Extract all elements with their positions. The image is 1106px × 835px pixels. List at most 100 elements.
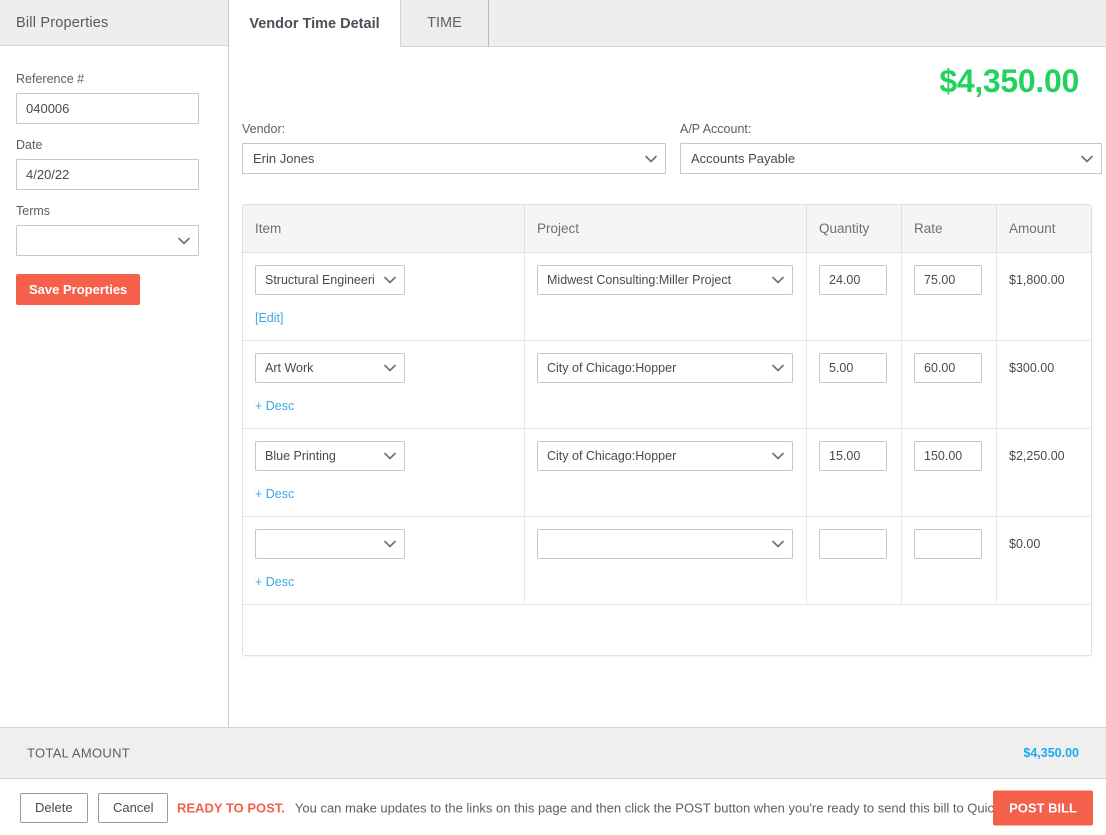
row-amount-cell: $2,250.00 <box>997 429 1091 516</box>
row-item-cell: Structural Engineeri [Edit] <box>243 253 525 340</box>
column-header-project: Project <box>525 205 807 252</box>
rate-input[interactable] <box>914 353 982 383</box>
vendor-field: Vendor: Erin Jones <box>242 122 666 174</box>
tab-time[interactable]: TIME <box>401 0 489 47</box>
tab-strip: Vendor Time Detail TIME <box>229 0 1106 48</box>
row-rate-cell <box>902 341 997 428</box>
chevron-down-icon <box>772 450 784 461</box>
chevron-down-icon <box>645 153 657 164</box>
total-amount-label: TOTAL AMOUNT <box>27 745 131 761</box>
ap-account-select-value: Accounts Payable <box>691 151 796 166</box>
item-select-value: Art Work <box>265 361 314 375</box>
project-select[interactable] <box>537 529 793 559</box>
column-header-item: Item <box>243 205 525 252</box>
item-select[interactable] <box>255 529 405 559</box>
add-description-link[interactable]: + Desc <box>255 399 294 413</box>
status-message: READY TO POST. You can make updates to th… <box>177 800 1040 815</box>
row-amount-cell: $1,800.00 <box>997 253 1091 340</box>
line-items-table: Item Project Quantity Rate Amount Struct… <box>242 204 1092 656</box>
amount-value: $1,800.00 <box>1009 273 1065 287</box>
project-select[interactable]: City of Chicago:Hopper <box>537 441 793 471</box>
chevron-down-icon <box>384 362 396 373</box>
amount-value: $2,250.00 <box>1009 449 1065 463</box>
row-item-cell: Art Work + Desc <box>243 341 525 428</box>
amount-value: $0.00 <box>1009 537 1041 551</box>
edit-description-link[interactable]: [Edit] <box>255 311 284 325</box>
page-title: Bill Properties <box>16 14 109 31</box>
vendor-label: Vendor: <box>242 122 286 136</box>
row-item-cell: + Desc <box>243 517 525 604</box>
terms-label: Terms <box>16 204 51 218</box>
reference-input[interactable] <box>16 93 199 124</box>
row-quantity-cell <box>807 429 902 516</box>
vendor-select[interactable]: Erin Jones <box>242 143 666 174</box>
rate-input[interactable] <box>914 441 982 471</box>
project-select-value: Midwest Consulting:Miller Project <box>547 273 732 287</box>
project-select[interactable]: Midwest Consulting:Miller Project <box>537 265 793 295</box>
chevron-down-icon <box>772 274 784 285</box>
ap-account-select[interactable]: Accounts Payable <box>680 143 1102 174</box>
project-select-value: City of Chicago:Hopper <box>547 449 677 463</box>
ap-account-field: A/P Account: Accounts Payable <box>680 122 1102 174</box>
row-quantity-cell <box>807 517 902 604</box>
quantity-input[interactable] <box>819 265 887 295</box>
chevron-down-icon <box>772 538 784 549</box>
item-select[interactable]: Art Work <box>255 353 405 383</box>
table-header-row: Item Project Quantity Rate Amount <box>243 205 1091 253</box>
total-amount-bar: TOTAL AMOUNT $4,350.00 <box>0 727 1106 779</box>
table-row: + Desc $0.00 <box>243 517 1091 605</box>
row-project-cell: Midwest Consulting:Miller Project <box>525 253 807 340</box>
main-content: $4,350.00 Vendor: Erin Jones A/P Account… <box>229 47 1106 727</box>
sidebar-header: Bill Properties <box>0 0 228 46</box>
chevron-down-icon <box>384 538 396 549</box>
item-select[interactable]: Blue Printing <box>255 441 405 471</box>
ap-account-label: A/P Account: <box>680 122 752 136</box>
item-select[interactable]: Structural Engineeri <box>255 265 405 295</box>
bill-properties-sidebar: Bill Properties Reference # Date Terms S… <box>0 0 229 727</box>
terms-select-value <box>26 226 170 255</box>
date-input[interactable] <box>16 159 199 190</box>
bill-editor-page: Bill Properties Reference # Date Terms S… <box>0 0 1106 835</box>
rate-input[interactable] <box>914 529 982 559</box>
chevron-down-icon <box>384 450 396 461</box>
row-rate-cell <box>902 429 997 516</box>
row-project-cell <box>525 517 807 604</box>
row-quantity-cell <box>807 253 902 340</box>
quantity-input[interactable] <box>819 529 887 559</box>
delete-button[interactable]: Delete <box>20 792 88 823</box>
row-rate-cell <box>902 253 997 340</box>
status-badge: READY TO POST. <box>177 800 285 815</box>
row-rate-cell <box>902 517 997 604</box>
tab-vendor-time-detail[interactable]: Vendor Time Detail <box>229 0 401 48</box>
quantity-input[interactable] <box>819 353 887 383</box>
tab-vendor-time-detail-label: Vendor Time Detail <box>249 16 380 32</box>
add-description-link[interactable]: + Desc <box>255 487 294 501</box>
tab-time-label: TIME <box>427 15 462 31</box>
project-select[interactable]: City of Chicago:Hopper <box>537 353 793 383</box>
quantity-input[interactable] <box>819 441 887 471</box>
item-select-value <box>265 530 378 558</box>
row-project-cell: City of Chicago:Hopper <box>525 341 807 428</box>
action-bar: Delete Cancel READY TO POST. You can make… <box>0 780 1106 835</box>
cancel-button[interactable]: Cancel <box>98 792 169 823</box>
rate-input[interactable] <box>914 265 982 295</box>
chevron-down-icon <box>1081 153 1093 164</box>
row-amount-cell: $300.00 <box>997 341 1091 428</box>
terms-select[interactable] <box>16 225 199 256</box>
row-project-cell: City of Chicago:Hopper <box>525 429 807 516</box>
add-description-link[interactable]: + Desc <box>255 575 294 589</box>
vendor-select-value: Erin Jones <box>253 151 315 166</box>
sidebar-form: Reference # Date Terms Save Properties <box>0 46 228 305</box>
row-item-cell: Blue Printing + Desc <box>243 429 525 516</box>
row-amount-cell: $0.00 <box>997 517 1091 604</box>
project-select-value <box>547 530 766 558</box>
save-properties-button[interactable]: Save Properties <box>16 274 141 305</box>
amount-value: $300.00 <box>1009 361 1055 375</box>
post-bill-button[interactable]: POST BILL <box>993 790 1093 825</box>
grand-total-amount: $4,350.00 <box>939 63 1079 99</box>
row-quantity-cell <box>807 341 902 428</box>
table-row: Art Work + Desc City of Chicago:Hopper 5… <box>243 341 1091 429</box>
total-amount-value: $4,350.00 <box>1023 746 1079 760</box>
column-header-amount: Amount <box>1009 221 1056 236</box>
column-header-quantity: Quantity <box>807 205 902 252</box>
